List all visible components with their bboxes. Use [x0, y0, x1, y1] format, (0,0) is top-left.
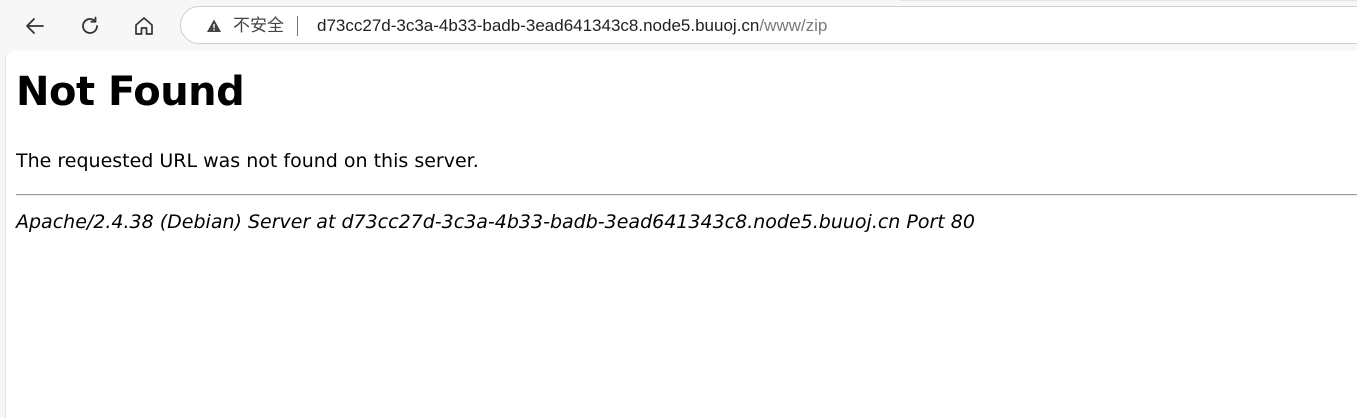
address-separator — [297, 16, 298, 36]
divider — [16, 194, 1357, 196]
home-button[interactable] — [126, 8, 162, 44]
tab-strip-edge — [900, 0, 1357, 1]
browser-toolbar: 不安全 d73cc27d-3c3a-4b33-badb-3ead641343c8… — [0, 0, 1357, 50]
url-path: /www/zip — [759, 16, 828, 35]
address-bar[interactable]: 不安全 d73cc27d-3c3a-4b33-badb-3ead641343c8… — [180, 6, 1357, 44]
address-url[interactable]: d73cc27d-3c3a-4b33-badb-3ead641343c8.nod… — [317, 15, 827, 37]
url-host: d73cc27d-3c3a-4b33-badb-3ead641343c8.nod… — [317, 16, 760, 35]
page-viewport: Not Found The requested URL was not foun… — [5, 51, 1357, 418]
error-message: The requested URL was not found on this … — [16, 150, 479, 172]
reload-button[interactable] — [72, 8, 108, 44]
server-signature: Apache/2.4.38 (Debian) Server at d73cc27… — [16, 211, 975, 233]
back-arrow-icon — [23, 14, 47, 38]
home-icon — [132, 14, 156, 38]
page-title: Not Found — [16, 69, 245, 115]
warning-icon[interactable] — [206, 18, 222, 34]
back-button[interactable] — [17, 8, 53, 44]
reload-icon — [78, 14, 102, 38]
security-status-label[interactable]: 不安全 — [233, 15, 284, 37]
